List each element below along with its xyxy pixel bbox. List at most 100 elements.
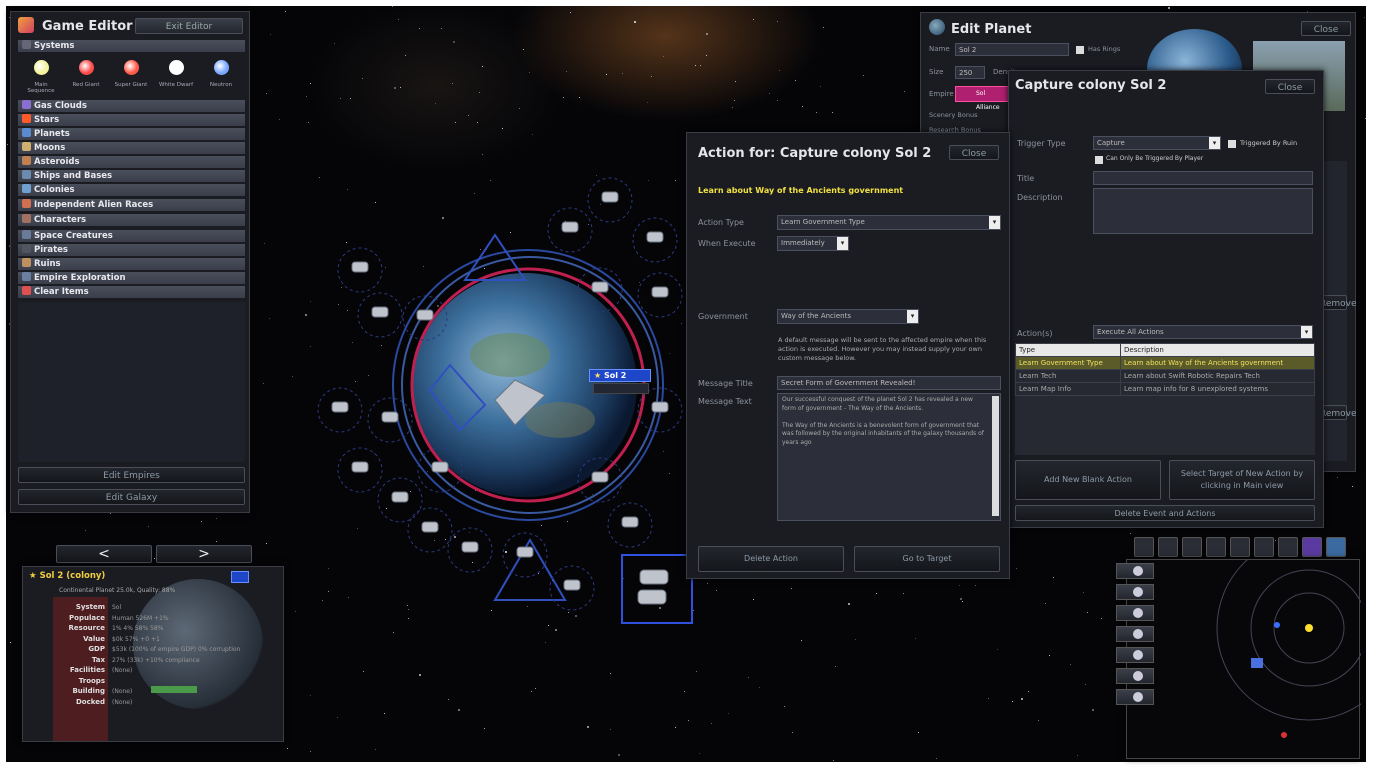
exit-editor-button[interactable]: Exit Editor [135,18,243,34]
category-gas-clouds[interactable]: Gas Clouds [18,100,245,112]
colony-row-label: Facilities [69,666,105,674]
table-row[interactable]: Learn Tech Learn about Swift Robotic Rep… [1015,369,1315,383]
star-dot [586,725,589,728]
col-description[interactable]: Description [1120,343,1315,357]
category-space-creatures[interactable]: Space Creatures [18,230,245,242]
planet-label[interactable]: ★ Sol 2 [589,369,651,382]
minimap-sun[interactable] [1305,624,1313,632]
star-dot [309,750,311,752]
trigger-type-select[interactable]: Capture ▾ [1093,136,1221,150]
only-player-checkbox[interactable] [1095,156,1103,164]
event-description-field[interactable] [1093,188,1313,234]
next-button[interactable]: > [156,545,252,563]
when-execute-select[interactable]: Immediately ▾ [777,236,849,251]
col-type[interactable]: Type [1015,343,1121,357]
category-characters[interactable]: Characters [18,214,245,226]
category-independent-alien-races[interactable]: Independent Alien Races [18,199,245,211]
message-text-area[interactable]: Our successful conquest of the planet So… [777,393,1001,521]
planet-tool-icon[interactable] [1230,537,1250,557]
message-scrollbar[interactable] [992,396,999,516]
globe-icon[interactable] [1326,537,1346,557]
government-select[interactable]: Way of the Ancients ▾ [777,309,919,324]
minimap-planet[interactable] [1274,622,1280,628]
planet-name-field[interactable]: Sol 2 [955,43,1069,56]
star-dot [748,676,750,678]
edit-empires-button[interactable]: Edit Empires [18,467,245,483]
star-dot [441,27,443,29]
star-dot [363,671,365,673]
system-type-0-icon[interactable] [34,60,49,75]
edit-galaxy-button[interactable]: Edit Galaxy [18,489,245,505]
colony-empire-flag[interactable] [231,571,249,583]
table-row[interactable]: Learn Government Type Learn about Way of… [1015,356,1315,370]
actions-table[interactable]: Type Description Learn Government Type L… [1015,343,1315,396]
zoom-level-7-button[interactable] [1116,689,1154,705]
edit-planet-close-button[interactable]: Close [1301,21,1351,36]
planet-size-field[interactable]: 250 [955,66,985,79]
event-title-field[interactable] [1093,171,1313,185]
lightbulb-icon[interactable] [1278,537,1298,557]
colony-name[interactable]: ★ Sol 2 (colony) [29,571,105,581]
zoom-level-3-button[interactable] [1116,605,1154,621]
category-colonies[interactable]: Colonies [18,184,245,196]
nebula-tool-icon[interactable] [1302,537,1322,557]
star-dot [684,691,686,693]
zoom-level-2-button[interactable] [1116,584,1154,600]
triggered-by-ruin-checkbox[interactable] [1228,140,1236,148]
ships-tool-icon[interactable] [1158,537,1178,557]
star-icon: ★ [594,371,602,380]
star-dot [960,597,963,600]
minimap-selected-planet[interactable] [1251,658,1263,668]
star-dot [286,747,288,749]
zoom-level-4-button[interactable] [1116,626,1154,642]
actions-mode-select[interactable]: Execute All Actions ▾ [1093,325,1313,339]
has-rings-checkbox[interactable] [1076,46,1084,54]
system-type-2-icon[interactable] [124,60,139,75]
system-minimap[interactable] [1126,535,1379,759]
category-moons[interactable]: Moons [18,142,245,154]
select-target-button[interactable]: Select Target of New Action by clicking … [1169,460,1315,500]
category-asteroids[interactable]: Asteroids [18,156,245,168]
capture-close-button[interactable]: Close [1265,79,1315,94]
star-dot [266,542,268,544]
empire-select[interactable]: Sol Alliance [955,86,1009,111]
category-stars[interactable]: Stars [18,114,245,126]
star-dot [902,592,904,594]
filter-tool-icon[interactable] [1134,537,1154,557]
add-blank-action-button[interactable]: Add New Blank Action [1015,460,1161,500]
zoom-level-5-button[interactable] [1116,647,1154,663]
star-dot [148,525,150,527]
systems-header[interactable]: Systems [18,40,245,52]
zoom-level-6-button[interactable] [1116,668,1154,684]
minimap-marker[interactable] [1281,732,1287,738]
category-empire-exploration[interactable]: Empire Exploration [18,272,245,284]
star-dot [391,6,393,8]
system-type-3-icon[interactable] [169,60,184,75]
planet-scene[interactable] [300,170,700,650]
go-to-target-button[interactable]: Go to Target [854,546,1000,572]
message-title-field[interactable]: Secret Form of Government Revealed! [777,376,1001,390]
category-planets[interactable]: Planets [18,128,245,140]
star-dot [863,75,865,77]
system-type-4-icon[interactable] [214,60,229,75]
star-dot [215,517,217,519]
category-ships-and-bases[interactable]: Ships and Bases [18,170,245,182]
star-dot [688,720,690,722]
category-ruins[interactable]: Ruins [18,258,245,270]
star-dot [610,728,612,730]
fleet-tool-icon[interactable] [1182,537,1202,557]
star-dot [706,55,708,57]
action-close-button[interactable]: Close [949,145,999,160]
asteroid-tool-icon[interactable] [1254,537,1274,557]
table-row[interactable]: Learn Map Info Learn map info for 8 unex… [1015,382,1315,396]
chevron-down-icon: ▾ [837,237,848,250]
delete-action-button[interactable]: Delete Action [698,546,844,572]
action-type-select[interactable]: Learn Government Type ▾ [777,215,1001,230]
category-clear-items[interactable]: Clear Items [18,286,245,298]
zoom-level-1-button[interactable] [1116,563,1154,579]
prev-button[interactable]: < [56,545,152,563]
category-pirates[interactable]: Pirates [18,244,245,256]
bases-tool-icon[interactable] [1206,537,1226,557]
system-type-1-icon[interactable] [79,60,94,75]
delete-event-button[interactable]: Delete Event and Actions [1015,505,1315,521]
